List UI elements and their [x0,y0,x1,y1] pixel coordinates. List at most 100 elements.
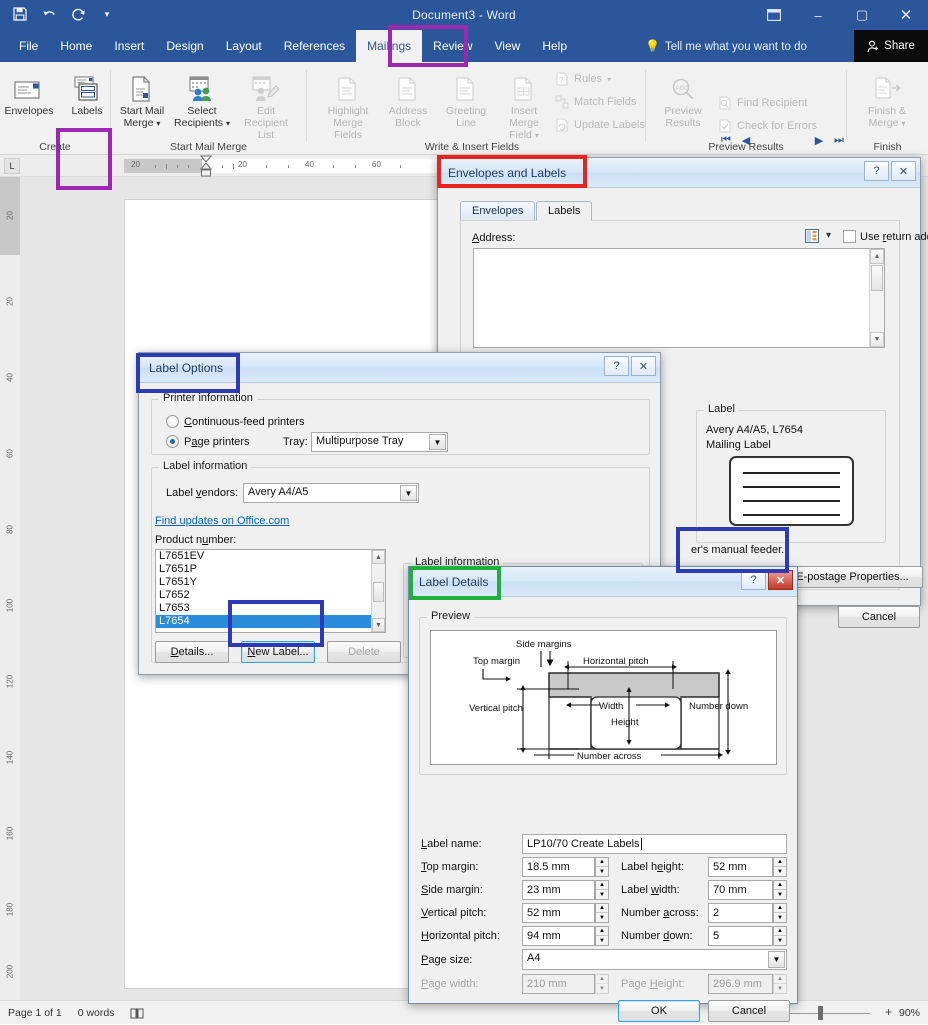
list-item[interactable]: L7651EV [156,550,385,563]
scroll-thumb[interactable] [871,265,883,291]
envelopes-button[interactable]: Envelopes [0,66,58,117]
label-details-title-bar[interactable]: Label Details ? ✕ [409,567,797,597]
start-mail-merge-button[interactable]: Start MailMerge ▾ [113,66,171,130]
horizontal-pitch-spinner[interactable]: ▲▼ [595,926,609,946]
number-across-input[interactable]: 2 [708,903,773,923]
scroll-up-icon[interactable]: ▲ [372,550,385,564]
page-printers-radio[interactable] [166,435,179,448]
page-size-combo[interactable]: A4 ▼ [522,949,787,970]
address-book-dropdown-icon[interactable]: ▾ [826,230,831,241]
vertical-pitch-spinner[interactable]: ▲▼ [595,903,609,923]
top-margin-spinner[interactable]: ▲▼ [595,857,609,877]
number-across-spinner[interactable]: ▲▼ [773,903,787,923]
labels-button[interactable]: Labels [58,66,116,117]
find-updates-link[interactable]: Find updates on Office.com [155,515,289,527]
side-margin-input[interactable]: 23 mm [522,880,595,900]
maximize-icon[interactable]: ▢ [840,0,884,30]
close-icon[interactable]: ✕ [891,161,916,181]
minimize-icon[interactable]: – [796,0,840,30]
label-vendors-combo[interactable]: Avery A4/A5 ▼ [243,483,419,503]
close-icon[interactable]: ✕ [631,356,656,376]
tab-labels[interactable]: Labels [536,201,592,221]
label-width-input[interactable]: 70 mm [708,880,773,900]
label-width-spinner[interactable]: ▲▼ [773,880,787,900]
address-textarea[interactable]: ▲ ▼ [473,248,885,348]
scroll-down-icon[interactable]: ▼ [870,332,884,347]
tab-references[interactable]: References [273,30,356,62]
label-details-cancel-button[interactable]: Cancel [708,1000,790,1022]
list-item[interactable]: L7653 [156,602,385,615]
tab-home[interactable]: Home [49,30,103,62]
number-down-input[interactable]: 5 [708,926,773,946]
scroll-up-icon[interactable]: ▲ [870,249,884,264]
tab-help[interactable]: Help [531,30,578,62]
help-icon[interactable]: ? [741,570,766,590]
ok-button[interactable]: OK [618,1000,700,1022]
match-fields-icon [555,95,569,109]
address-scrollbar[interactable]: ▲ ▼ [869,249,884,347]
chevron-down-icon[interactable]: ▼ [429,434,446,450]
help-icon[interactable]: ? [604,356,629,376]
page-count[interactable]: Page 1 of 1 [8,1007,62,1019]
product-list-scrollbar[interactable]: ▲ ▼ [371,550,385,632]
scroll-down-icon[interactable]: ▼ [372,618,385,632]
list-item[interactable]: L7651Y [156,576,385,589]
start-mail-merge-label-line1: Start Mail [120,105,164,117]
tab-view[interactable]: View [484,30,532,62]
tab-layout[interactable]: Layout [215,30,273,62]
edit-recipient-list-label-line2: Recipient List [244,117,288,141]
address-book-icon[interactable] [805,229,823,243]
details-button[interactable]: Details... [155,641,229,663]
select-recipients-button[interactable]: SelectRecipients ▾ [173,66,231,130]
new-label-button[interactable]: New Label... [241,641,315,663]
chevron-down-icon[interactable]: ▼ [400,485,417,501]
label-name-input[interactable]: LP10/70 Create Labels [522,834,787,854]
proofing-errors-icon[interactable] [130,1007,144,1020]
close-icon[interactable]: ✕ [768,570,793,590]
continuous-feed-radio[interactable] [166,415,179,428]
tab-design[interactable]: Design [155,30,214,62]
label-height-spinner[interactable]: ▲▼ [773,857,787,877]
close-icon[interactable]: ✕ [884,0,928,30]
svg-text:ABC: ABC [676,85,690,92]
select-recipients-label-line1: Select [187,105,216,117]
envelopes-and-labels-title-bar[interactable]: Envelopes and Labels ? ✕ [438,158,920,188]
vertical-pitch-input[interactable]: 52 mm [522,903,595,923]
cancel-button[interactable]: Cancel [838,606,920,628]
number-down-spinner[interactable]: ▲▼ [773,926,787,946]
list-item[interactable]: L7652 [156,589,385,602]
vertical-ruler[interactable]: 20 20 40 60 80 100 120 140 160 180 200 [0,177,20,1000]
ruler-v-label-6: 100 [6,598,15,614]
top-margin-input[interactable]: 18.5 mm [522,857,595,877]
tell-me-search[interactable]: 💡Tell me what you want to do [645,30,807,62]
tab-stop-selector[interactable]: L [4,158,20,174]
horizontal-pitch-input[interactable]: 94 mm [522,926,595,946]
scroll-thumb[interactable] [373,582,384,602]
chevron-down-icon[interactable]: ▼ [768,951,785,968]
tab-envelopes[interactable]: Envelopes [460,201,535,221]
zoom-in-button[interactable]: + [885,1005,892,1019]
zoom-track[interactable] [778,1013,870,1014]
label-options-title-bar[interactable]: Label Options ? ✕ [139,353,660,383]
zoom-level[interactable]: 90% [899,1007,920,1019]
help-icon[interactable]: ? [864,161,889,181]
use-return-address-checkbox[interactable] [843,230,856,243]
product-number-listbox[interactable]: L7651EV L7651P L7651Y L7652 L7653 L7654 … [155,549,386,633]
chevron-down-icon[interactable]: ▾ [226,119,230,128]
list-item-selected[interactable]: L7654 [156,615,385,628]
list-item[interactable]: L7651P [156,563,385,576]
ribbon-display-options-icon[interactable] [752,0,796,30]
tray-combo[interactable]: Multipurpose Tray ▼ [311,432,448,452]
e-postage-properties-button[interactable]: E-postage Properties... [782,566,923,588]
tab-review[interactable]: Review [422,30,483,62]
side-margin-spinner[interactable]: ▲▼ [595,880,609,900]
share-button[interactable]: Share [854,30,928,62]
label-height-input[interactable]: 52 mm [708,857,773,877]
tab-insert[interactable]: Insert [103,30,155,62]
tab-mailings[interactable]: Mailings [356,30,422,62]
indent-markers[interactable] [200,155,212,177]
tab-file[interactable]: File [8,30,49,62]
chevron-down-icon[interactable]: ▾ [156,119,160,128]
zoom-thumb[interactable] [818,1006,823,1020]
word-count[interactable]: 0 words [78,1007,115,1019]
